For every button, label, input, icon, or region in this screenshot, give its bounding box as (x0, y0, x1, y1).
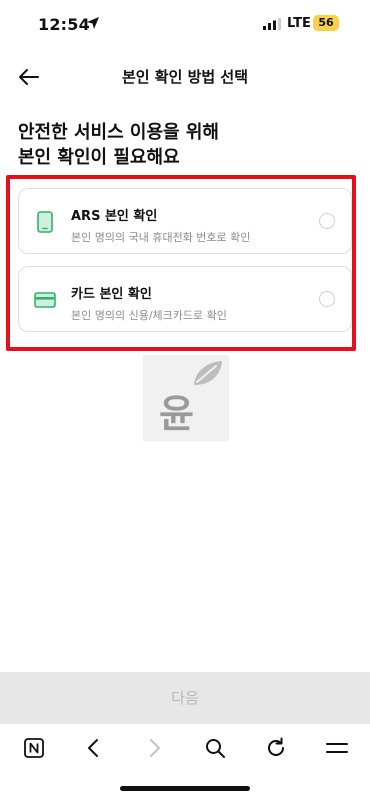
refresh-icon[interactable] (264, 736, 288, 760)
watermark-logo: 윤 (143, 355, 229, 441)
headline: 안전한 서비스 이용을 위해 본인 확인이 필요해요 (18, 120, 219, 170)
option-card-verification[interactable]: 카드 본인 확인 본인 명의의 신용/체크카드로 확인 (18, 266, 352, 332)
location-arrow-icon (87, 17, 99, 29)
option-description: 본인 명의의 신용/체크카드로 확인 (71, 309, 227, 322)
search-icon[interactable] (203, 736, 227, 760)
page-title: 본인 확인 방법 선택 (121, 68, 249, 86)
option-ars-verification[interactable]: ARS 본인 확인 본인 명의의 국내 휴대전화 번호로 확인 (18, 188, 352, 254)
headline-line-2: 본인 확인이 필요해요 (18, 147, 180, 168)
card-icon (34, 292, 56, 308)
naver-icon[interactable] (22, 736, 46, 760)
back-icon[interactable] (82, 736, 106, 760)
leaf-icon (194, 361, 222, 385)
browser-toolbar (0, 724, 370, 772)
next-button[interactable]: 다음 (0, 672, 370, 724)
option-title: 카드 본인 확인 (71, 287, 152, 302)
phone-icon (37, 211, 53, 233)
watermark-text: 윤 (159, 392, 194, 436)
menu-icon[interactable] (325, 736, 349, 760)
radio-button[interactable] (319, 291, 335, 307)
signal-icon (263, 18, 281, 30)
network-type: LTE (287, 16, 311, 31)
option-description: 본인 명의의 국내 휴대전화 번호로 확인 (71, 231, 251, 244)
radio-button[interactable] (319, 213, 335, 229)
status-bar: 12:54 LTE 56 (0, 0, 370, 48)
battery-indicator: 56 (313, 15, 339, 31)
forward-icon[interactable] (142, 736, 166, 760)
home-indicator (120, 786, 250, 791)
status-time: 12:54 (38, 15, 90, 34)
headline-line-1: 안전한 서비스 이용을 위해 (18, 122, 219, 143)
option-title: ARS 본인 확인 (71, 209, 158, 224)
nav-header: 본인 확인 방법 선택 (0, 48, 370, 104)
